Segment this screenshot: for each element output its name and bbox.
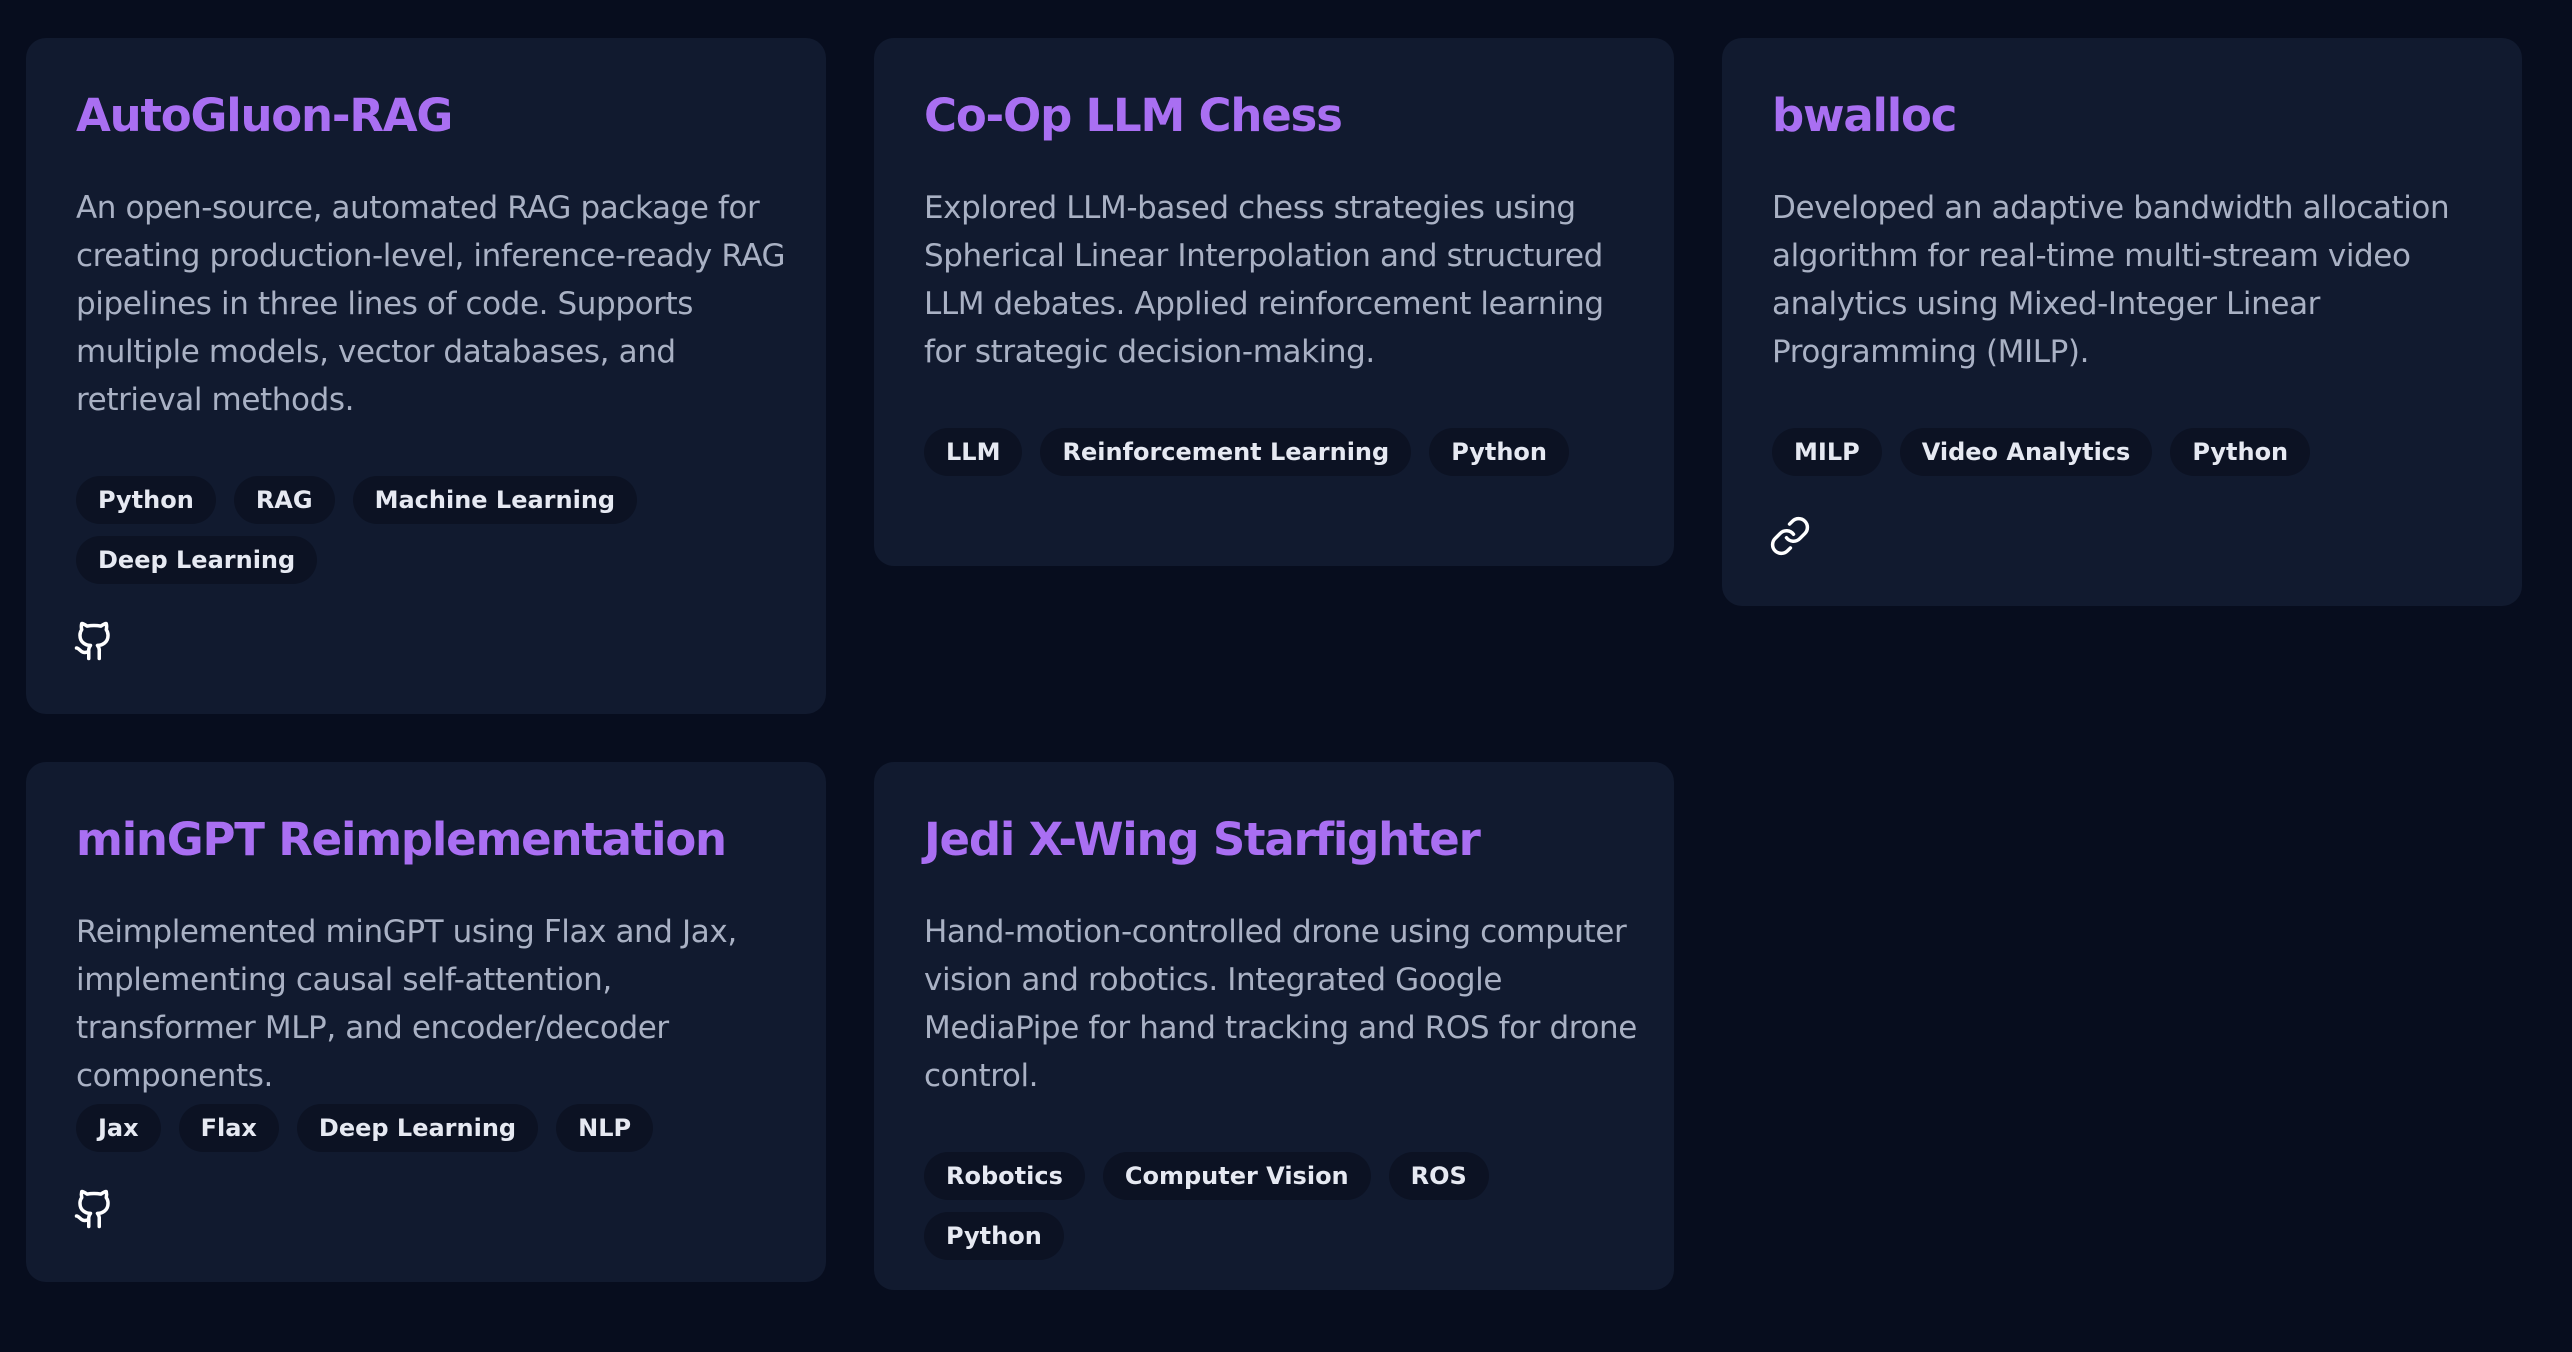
tag: Deep Learning [296,1104,539,1152]
tag: Flax [178,1104,279,1152]
tag-list: MILP Video Analytics Python [1772,428,2492,476]
tag: LLM [924,428,1023,476]
github-link[interactable] [73,1188,115,1230]
external-link[interactable] [1769,515,1811,557]
tag: MILP [1772,428,1882,476]
tag: Machine Learning [352,476,638,524]
tag: Reinforcement Learning [1040,428,1412,476]
tag: Python [76,476,216,524]
project-title: minGPT Reimplementation [76,813,727,866]
project-card-coop-llm-chess: Co-Op LLM Chess Explored LLM-based chess… [874,38,1674,566]
tag: Video Analytics [1899,428,2153,476]
tag: Robotics [924,1152,1085,1200]
project-title: bwalloc [1772,89,1957,142]
github-icon [73,620,115,662]
project-card-mingpt: minGPT Reimplementation Reimplemented mi… [26,762,826,1282]
project-description: Hand-motion-controlled drone using compu… [924,914,1637,1094]
tag: Python [1429,428,1569,476]
tag: Python [2170,428,2311,476]
link-icon [1769,515,1811,557]
tag: Jax [76,1104,161,1152]
project-card-bwalloc: bwalloc Developed an adaptive bandwidth … [1722,38,2522,606]
project-description: Explored LLM-based chess strategies usin… [924,190,1604,370]
tag-list: Python RAG Machine Learning Deep Learnin… [76,476,796,584]
project-title: Co-Op LLM Chess [924,89,1343,142]
project-description: Developed an adaptive bandwidth allocati… [1772,190,2450,370]
tag: Computer Vision [1102,1152,1371,1200]
tag: RAG [233,476,335,524]
tag: NLP [556,1104,654,1152]
project-title: Jedi X-Wing Starfighter [924,813,1481,866]
github-link[interactable] [73,620,115,662]
tag-list: Jax Flax Deep Learning NLP [76,1104,796,1152]
tag-list: Robotics Computer Vision ROS Python [924,1152,1644,1260]
github-icon [73,1188,115,1230]
tag-list: LLM Reinforcement Learning Python [924,428,1644,476]
tag: Python [924,1212,1064,1260]
project-card-jedi-xwing: Jedi X-Wing Starfighter Hand-motion-cont… [874,762,1674,1290]
project-card-autogluon-rag: AutoGluon-RAG An open-source, automated … [26,38,826,714]
project-description: An open-source, automated RAG package fo… [76,190,786,418]
tag: Deep Learning [76,536,318,584]
project-description: Reimplemented minGPT using Flax and Jax,… [76,914,737,1094]
tag: ROS [1388,1152,1489,1200]
project-title: AutoGluon-RAG [76,89,453,142]
